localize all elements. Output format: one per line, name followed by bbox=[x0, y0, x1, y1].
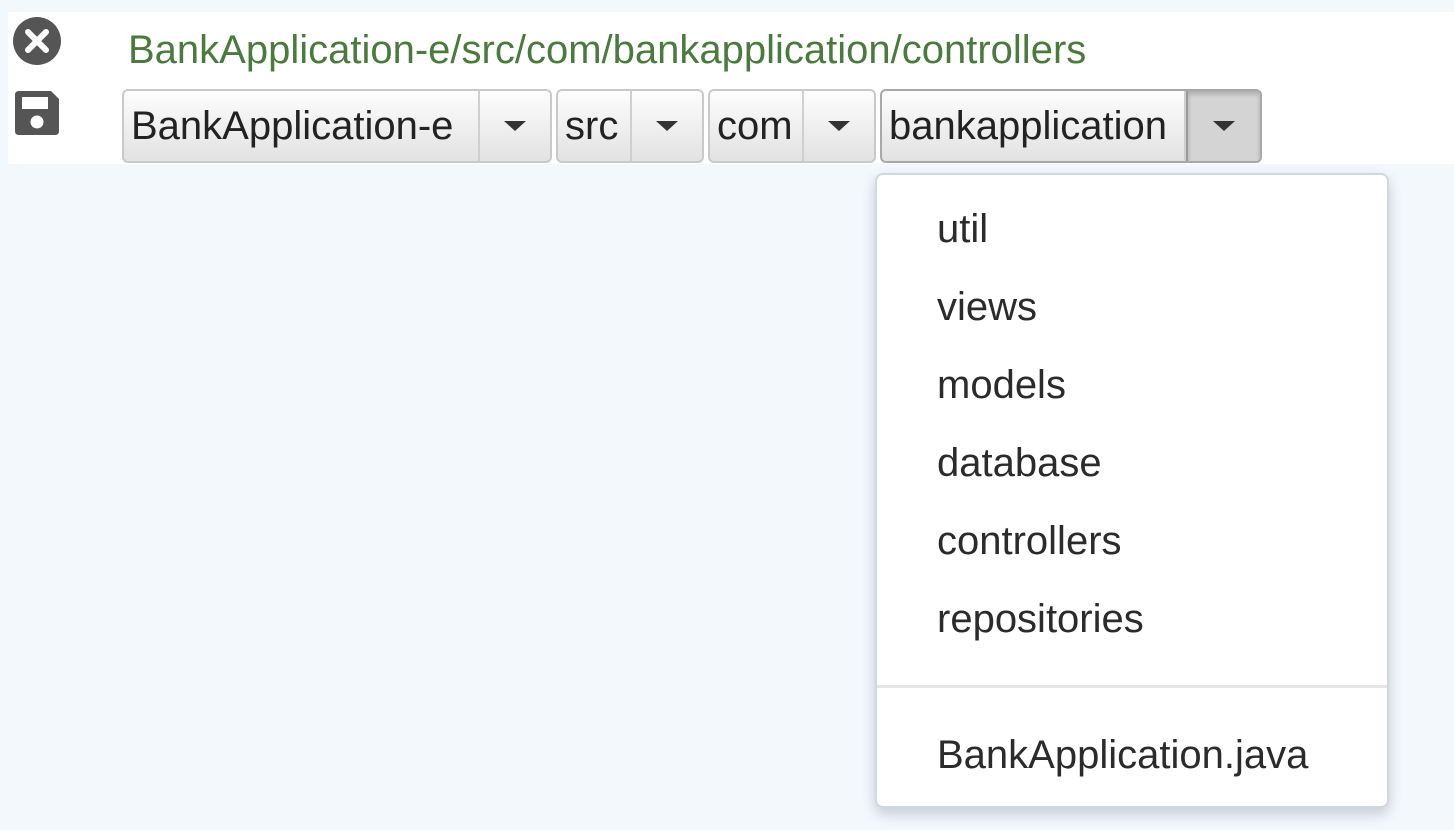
menu-item-models[interactable]: models bbox=[937, 361, 1066, 409]
current-path: BankApplication-e/src/com/bankapplicatio… bbox=[128, 28, 1087, 72]
menu-item-util[interactable]: util bbox=[937, 205, 988, 253]
crumb-com: com bbox=[708, 89, 876, 163]
menu-item-controllers[interactable]: controllers bbox=[937, 517, 1122, 565]
crumb-label[interactable]: com bbox=[710, 91, 804, 161]
crumb-dropdown-button[interactable] bbox=[1186, 91, 1260, 161]
crumb-bankapplication-e: BankApplication-e bbox=[122, 89, 552, 163]
menu-item-database[interactable]: database bbox=[937, 439, 1102, 487]
close-icon[interactable] bbox=[13, 17, 61, 65]
menu-item-bankapplication-java[interactable]: BankApplication.java bbox=[937, 731, 1308, 779]
menu-item-views[interactable]: views bbox=[937, 283, 1037, 331]
chevron-down-icon bbox=[828, 121, 850, 131]
chevron-down-icon bbox=[656, 121, 678, 131]
crumb-label[interactable]: src bbox=[558, 91, 632, 161]
crumb-bankapplication: bankapplication bbox=[880, 89, 1262, 163]
menu-divider bbox=[877, 685, 1387, 688]
menu-item-repositories[interactable]: repositories bbox=[937, 595, 1144, 643]
crumb-dropdown-button[interactable] bbox=[804, 91, 874, 161]
breadcrumb: BankApplication-e src com bankapplicatio… bbox=[122, 89, 1262, 165]
crumb-src: src bbox=[556, 89, 704, 163]
crumb-dropdown-button[interactable] bbox=[632, 91, 702, 161]
crumb-label[interactable]: BankApplication-e bbox=[124, 91, 480, 161]
save-icon[interactable] bbox=[13, 89, 61, 137]
chevron-down-icon bbox=[504, 121, 526, 131]
crumb-dropdown-button[interactable] bbox=[480, 91, 550, 161]
folder-dropdown-menu: util views models database controllers r… bbox=[875, 173, 1389, 808]
chevron-down-icon bbox=[1213, 121, 1235, 131]
crumb-label[interactable]: bankapplication bbox=[882, 91, 1186, 161]
